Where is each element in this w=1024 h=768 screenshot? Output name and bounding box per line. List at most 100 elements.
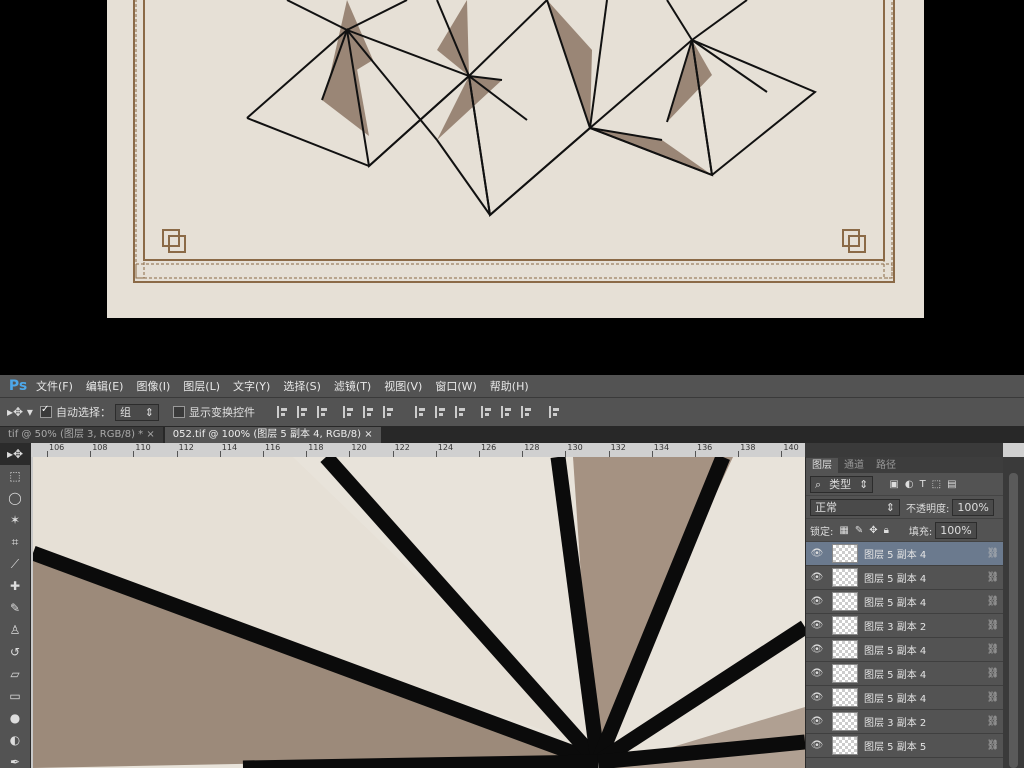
layer-row[interactable]: 👁︎ 图层 5 副本 4 ⛓︎ [806, 662, 1004, 686]
layer-row[interactable]: 👁︎ 图层 5 副本 4 ⛓︎ [806, 590, 1004, 614]
history-brush-icon[interactable]: ↺ [0, 641, 30, 663]
layer-row[interactable]: 👁︎ 图层 5 副本 4 ⛓︎ [806, 638, 1004, 662]
auto-select-dropdown[interactable]: 组 ⇕ [115, 403, 159, 421]
distribute-left-icon[interactable] [481, 406, 493, 418]
link-icon[interactable]: ⛓︎ [982, 692, 1004, 703]
align-hcenter-icon[interactable] [363, 406, 375, 418]
brush-icon[interactable]: ✎ [0, 597, 30, 619]
menu-window[interactable]: 窗口(W) [435, 378, 476, 394]
menu-filter[interactable]: 滤镜(T) [334, 378, 371, 394]
align-top-icon[interactable] [277, 406, 289, 418]
menu-select[interactable]: 选择(S) [283, 378, 321, 394]
opacity-input[interactable]: 100% [952, 498, 994, 516]
menu-edit[interactable]: 编辑(E) [86, 378, 124, 394]
gradient-icon[interactable]: ▭ [0, 685, 30, 707]
link-icon[interactable]: ⛓︎ [982, 596, 1004, 607]
tab-channels[interactable]: 通道 [838, 458, 870, 473]
layer-thumbnail [832, 568, 858, 587]
menu-help[interactable]: 帮助(H) [490, 378, 529, 394]
auto-select-label: 自动选择： [56, 406, 111, 419]
layer-filter-dropdown[interactable]: ⌕ 类型 ⇕ [810, 475, 874, 493]
align-left-icon[interactable] [343, 406, 355, 418]
toolbox: ▸✥ ⬚ ◯ ✶ ⌗ ⟋ ✚ ✎ ♙ ↺ ▱ ▭ ● ◐ ✒ [0, 443, 31, 768]
distribute-top-icon[interactable] [415, 406, 427, 418]
document-canvas[interactable] [33, 457, 805, 768]
panel-scrollbar[interactable] [1003, 457, 1024, 768]
menu-view[interactable]: 视图(V) [384, 378, 422, 394]
stamp-icon[interactable]: ♙ [0, 619, 30, 641]
link-icon[interactable]: ⛓︎ [982, 572, 1004, 583]
scrollbar-thumb[interactable] [1009, 473, 1018, 768]
layer-row[interactable]: 👁︎ 图层 3 副本 2 ⛓︎ [806, 614, 1004, 638]
link-icon[interactable]: ⛓︎ [982, 620, 1004, 631]
eyedropper-icon[interactable]: ⟋ [0, 553, 30, 575]
eye-icon[interactable]: 👁︎ [806, 548, 828, 559]
lock-icons[interactable]: ▦✎✥🔒︎ [839, 525, 895, 536]
move-tool-icon[interactable]: ▸✥ ▾ [0, 405, 40, 419]
close-icon[interactable]: × [146, 429, 154, 440]
magic-wand-icon[interactable]: ✶ [0, 509, 30, 531]
link-icon[interactable]: ⛓︎ [982, 740, 1004, 751]
ruler-label: 114 [221, 443, 238, 452]
auto-select-checkbox[interactable] [40, 404, 52, 418]
eraser-icon[interactable]: ▱ [0, 663, 30, 685]
lasso-icon[interactable]: ◯ [0, 487, 30, 509]
pen-icon[interactable]: ✒ [0, 751, 30, 768]
tab-document-052[interactable]: 052.tif @ 100% (图层 5 副本 4, RGB/8) × [164, 427, 381, 443]
menu-type[interactable]: 文字(Y) [233, 378, 270, 394]
blend-mode-dropdown[interactable]: 正常 ⇕ [810, 498, 900, 516]
fill-input[interactable]: 100% [935, 521, 977, 539]
link-icon[interactable]: ⛓︎ [982, 716, 1004, 727]
document-tabs: tif @ 50% (图层 3, RGB/8) * × 052.tif @ 10… [0, 426, 1024, 443]
layer-row[interactable]: 👁︎ 图层 5 副本 4 ⛓︎ [806, 686, 1004, 710]
menu-image[interactable]: 图像(I) [136, 378, 170, 394]
distribute-bottom-icon[interactable] [455, 406, 467, 418]
tab-layers[interactable]: 图层 [806, 458, 838, 473]
move-icon[interactable]: ▸✥ [0, 443, 30, 465]
eye-icon[interactable]: 👁︎ [806, 740, 828, 751]
link-icon[interactable]: ⛓︎ [982, 668, 1004, 679]
menu-file[interactable]: 文件(F) [36, 378, 73, 394]
ruler-label: 138 [740, 443, 756, 452]
show-transform-checkbox[interactable] [173, 406, 185, 418]
marquee-icon[interactable]: ⬚ [0, 465, 30, 487]
layer-row[interactable]: 👁︎ 图层 5 副本 4 ⛓︎ [806, 566, 1004, 590]
eye-icon[interactable]: 👁︎ [806, 596, 828, 607]
eye-icon[interactable]: 👁︎ [806, 644, 828, 655]
layer-name: 图层 5 副本 4 [864, 670, 927, 681]
search-icon: ⌕ [815, 477, 822, 491]
tab-document-1[interactable]: tif @ 50% (图层 3, RGB/8) * × [0, 427, 163, 443]
layer-row[interactable]: 👁︎ 图层 3 副本 2 ⛓︎ [806, 710, 1004, 734]
layer-list: 👁︎ 图层 5 副本 4 ⛓︎ 👁︎ 图层 5 副本 4 ⛓︎ 👁︎ 图层 5 副本 4 ⛓︎ 👁… [806, 542, 1004, 758]
blur-icon[interactable]: ● [0, 707, 30, 729]
menu-layer[interactable]: 图层(L) [183, 378, 220, 394]
layer-row[interactable]: 👁︎ 图层 5 副本 4 ⛓︎ [806, 542, 1004, 566]
distribute-right-icon[interactable] [521, 406, 533, 418]
close-icon[interactable]: × [364, 429, 372, 440]
link-icon[interactable]: ⛓︎ [982, 644, 1004, 655]
link-icon[interactable]: ⛓︎ [982, 548, 1004, 559]
layer-row[interactable]: 👁︎ 图层 5 副本 5 ⛓︎ [806, 734, 1004, 758]
healing-brush-icon[interactable]: ✚ [0, 575, 30, 597]
eye-icon[interactable]: 👁︎ [806, 716, 828, 727]
layer-thumbnail [832, 544, 858, 563]
align-vcenter-icon[interactable] [297, 406, 309, 418]
dodge-icon[interactable]: ◐ [0, 729, 30, 751]
tab-paths[interactable]: 路径 [870, 458, 902, 473]
filter-type-icons[interactable]: ▣◐T⬚▤ [889, 479, 962, 490]
eye-icon[interactable]: 👁︎ [806, 668, 828, 679]
eye-icon[interactable]: 👁︎ [806, 620, 828, 631]
distribute-vcenter-icon[interactable] [435, 406, 447, 418]
align-right-icon[interactable] [383, 406, 395, 418]
layer-filter-value: 类型 [829, 477, 852, 491]
ruler-label: 122 [394, 443, 410, 452]
auto-align-icon[interactable] [549, 406, 561, 418]
layer-thumbnail [832, 640, 858, 659]
outer-frame-line [133, 0, 895, 283]
align-bottom-icon[interactable] [317, 406, 329, 418]
ps-logo: Ps [8, 378, 28, 394]
crop-icon[interactable]: ⌗ [0, 531, 30, 553]
eye-icon[interactable]: 👁︎ [806, 692, 828, 703]
distribute-hcenter-icon[interactable] [501, 406, 513, 418]
eye-icon[interactable]: 👁︎ [806, 572, 828, 583]
